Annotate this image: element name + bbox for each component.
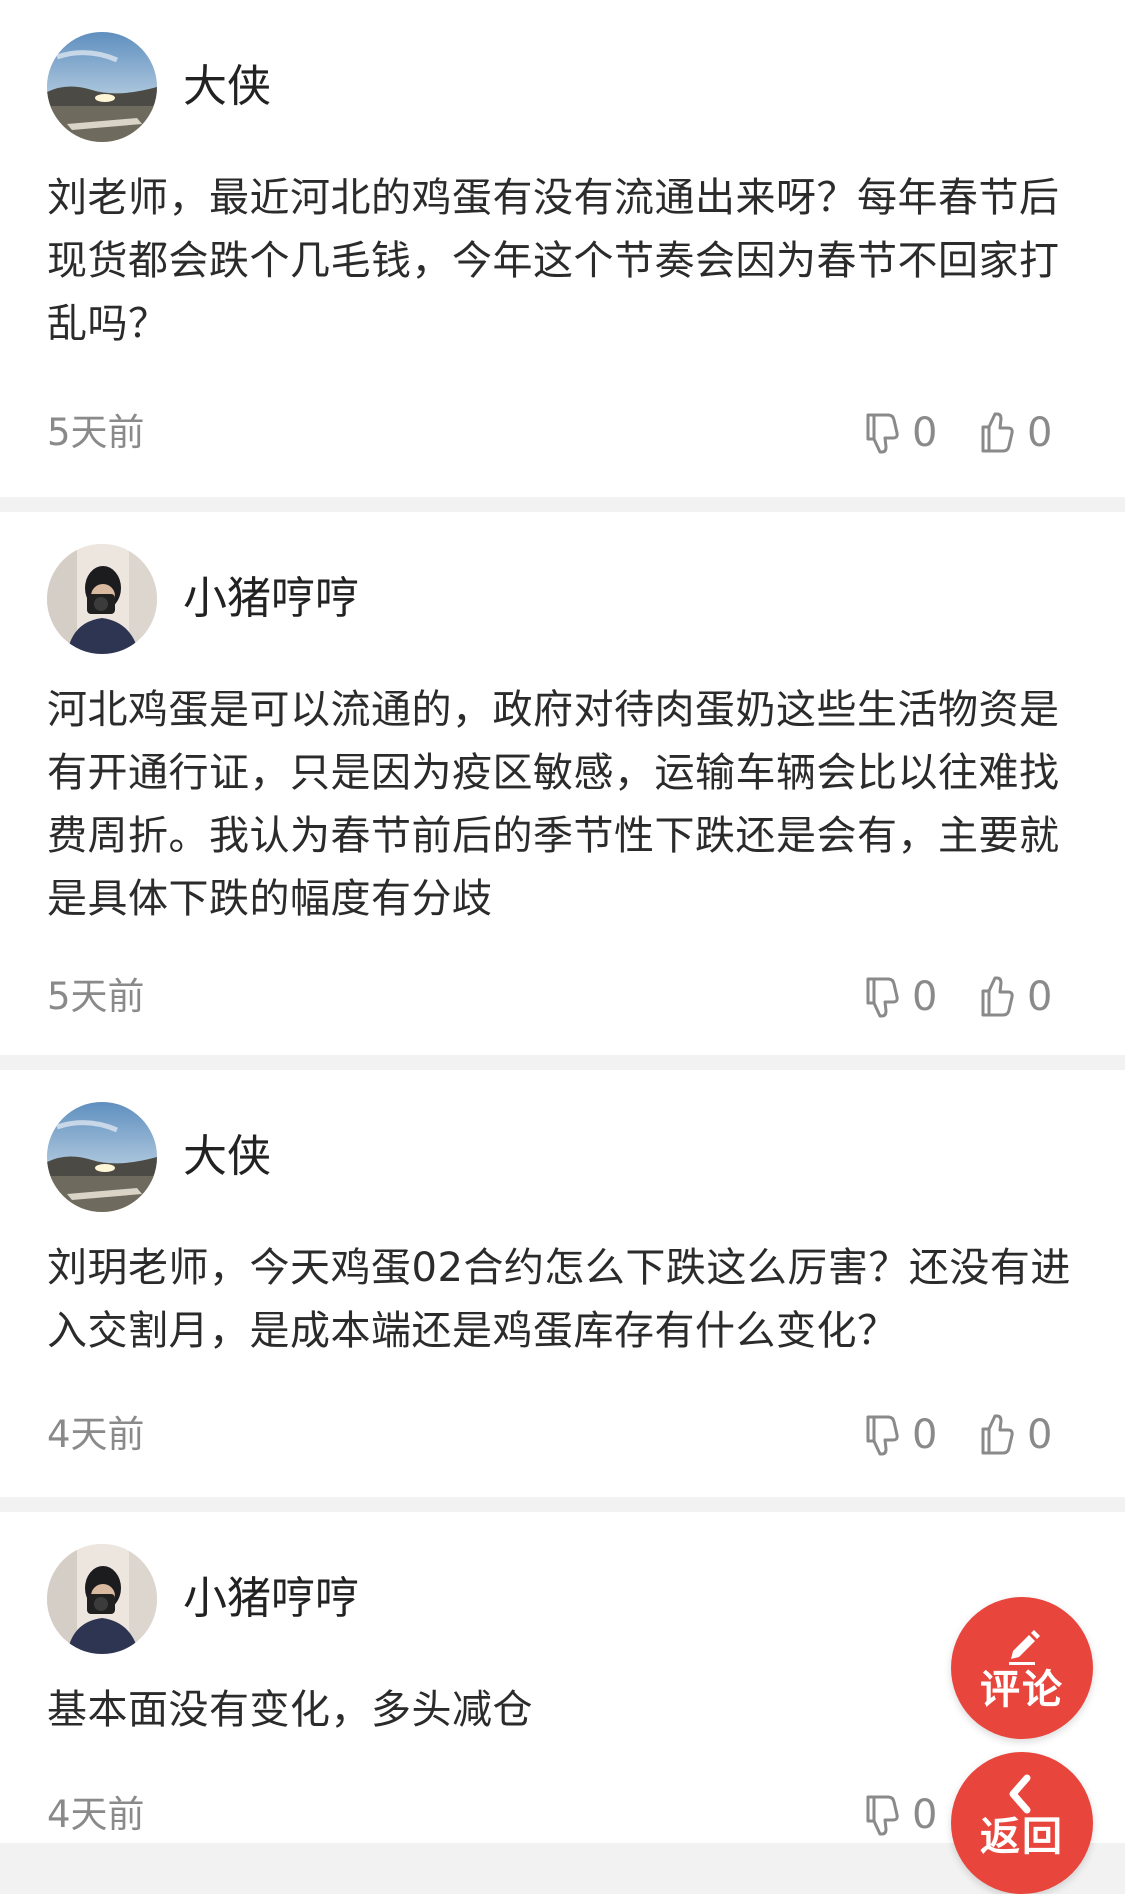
timestamp: 5天前 — [47, 411, 145, 454]
comment-text: 基本面没有变化，多头减仓 — [47, 1687, 533, 1733]
write-comment-button[interactable]: 评论 — [951, 1597, 1093, 1739]
comment-footer: 4天前 0 0 — [47, 1410, 1125, 1460]
author-name[interactable]: 小猪哼哼 — [183, 574, 359, 624]
author-name[interactable]: 大侠 — [183, 1132, 271, 1182]
landscape-avatar-image — [47, 1102, 157, 1212]
thumbs-down-icon — [862, 1413, 902, 1457]
comment-text: 刘玥老师，今天鸡蛋02合约怎么下跌这么厉害？还没有进入交割月，是成本端还是鸡蛋库… — [47, 1245, 1071, 1354]
comment-footer: 5天前 0 0 — [47, 408, 1125, 458]
thumbs-down-icon — [862, 1793, 902, 1837]
thumbs-up-icon — [977, 411, 1017, 455]
dislike-count: 0 — [912, 974, 938, 1020]
avatar[interactable] — [47, 1102, 157, 1212]
back-label: 返回 — [980, 1814, 1064, 1860]
dislike-button[interactable]: 0 — [862, 1790, 937, 1840]
like-button[interactable]: 0 — [977, 1410, 1052, 1460]
photographer-avatar-image — [47, 544, 157, 654]
dislike-count: 0 — [912, 1792, 938, 1838]
timestamp: 4天前 — [47, 1413, 145, 1456]
like-count: 0 — [1027, 1412, 1053, 1458]
landscape-avatar-image — [47, 32, 157, 142]
comment-card: 大侠 刘老师，最近河北的鸡蛋有没有流通出来呀？每年春节后现货都会跌个几毛钱，今年… — [0, 0, 1125, 497]
comment-footer: 5天前 0 0 — [47, 972, 1125, 1022]
thumbs-up-icon — [977, 975, 1017, 1019]
like-button[interactable]: 0 — [977, 972, 1052, 1022]
author-name[interactable]: 小猪哼哼 — [183, 1574, 359, 1624]
chevron-left-icon — [999, 1774, 1045, 1814]
like-button[interactable]: 0 — [977, 408, 1052, 458]
dislike-count: 0 — [912, 1412, 938, 1458]
comment-card: 大侠 刘玥老师，今天鸡蛋02合约怎么下跌这么厉害？还没有进入交割月，是成本端还是… — [0, 1070, 1125, 1497]
comment-text: 刘老师，最近河北的鸡蛋有没有流通出来呀？每年春节后现货都会跌个几毛钱，今年这个节… — [47, 175, 1060, 347]
dislike-button[interactable]: 0 — [862, 1410, 937, 1460]
pencil-icon — [999, 1627, 1045, 1667]
thumbs-down-icon — [862, 975, 902, 1019]
author-name[interactable]: 大侠 — [183, 62, 271, 112]
avatar[interactable] — [47, 32, 157, 142]
like-count: 0 — [1027, 410, 1053, 456]
like-count: 0 — [1027, 974, 1053, 1020]
back-button[interactable]: 返回 — [951, 1752, 1093, 1894]
avatar[interactable] — [47, 1544, 157, 1654]
photographer-avatar-image — [47, 1544, 157, 1654]
timestamp: 4天前 — [47, 1793, 145, 1836]
write-comment-label: 评论 — [980, 1667, 1064, 1713]
timestamp: 5天前 — [47, 975, 145, 1018]
avatar[interactable] — [47, 544, 157, 654]
thumbs-down-icon — [862, 411, 902, 455]
thumbs-up-icon — [977, 1413, 1017, 1457]
comment-feed: 大侠 刘老师，最近河北的鸡蛋有没有流通出来呀？每年春节后现货都会跌个几毛钱，今年… — [0, 0, 1125, 1843]
dislike-count: 0 — [912, 410, 938, 456]
dislike-button[interactable]: 0 — [862, 972, 937, 1022]
comment-text: 河北鸡蛋是可以流通的，政府对待肉蛋奶这些生活物资是有开通行证，只是因为疫区敏感，… — [47, 687, 1060, 922]
dislike-button[interactable]: 0 — [862, 408, 937, 458]
comment-card: 小猪哼哼 河北鸡蛋是可以流通的，政府对待肉蛋奶这些生活物资是有开通行证，只是因为… — [0, 512, 1125, 1055]
